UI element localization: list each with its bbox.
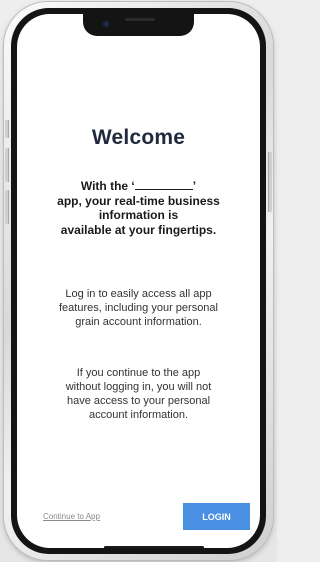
continue-warning-text: If you continue to the app without loggi… bbox=[65, 367, 212, 421]
app-screen: Welcome With the ‘’ app, your real-time … bbox=[17, 14, 260, 548]
speaker-grille bbox=[125, 18, 155, 21]
mute-switch bbox=[5, 120, 9, 138]
notch bbox=[83, 14, 194, 36]
login-button[interactable]: LOGIN bbox=[183, 503, 250, 530]
home-indicator bbox=[104, 546, 204, 548]
volume-up-button bbox=[5, 148, 9, 182]
continue-to-app-link[interactable]: Continue to App bbox=[43, 512, 100, 521]
camera-icon bbox=[103, 21, 109, 27]
intro-line-2: app, your real-time business bbox=[57, 193, 220, 208]
intro-line-1: With the ‘’ bbox=[80, 178, 197, 193]
phone-frame: Welcome With the ‘’ app, your real-time … bbox=[4, 2, 273, 560]
phone-mockup: Welcome With the ‘’ app, your real-time … bbox=[0, 0, 277, 562]
login-benefits-text: Log in to easily access all app features… bbox=[59, 288, 218, 328]
intro-line-3: information is bbox=[98, 208, 179, 222]
welcome-title: Welcome bbox=[91, 126, 186, 149]
app-name-blank bbox=[134, 178, 193, 190]
phone-bezel: Welcome With the ‘’ app, your real-time … bbox=[11, 8, 266, 554]
volume-down-button bbox=[5, 190, 9, 224]
power-button bbox=[268, 152, 272, 212]
intro-line-4: available at your fingertips. bbox=[60, 222, 217, 237]
intro-text: With the ‘’ app, your real-time business… bbox=[35, 178, 242, 237]
